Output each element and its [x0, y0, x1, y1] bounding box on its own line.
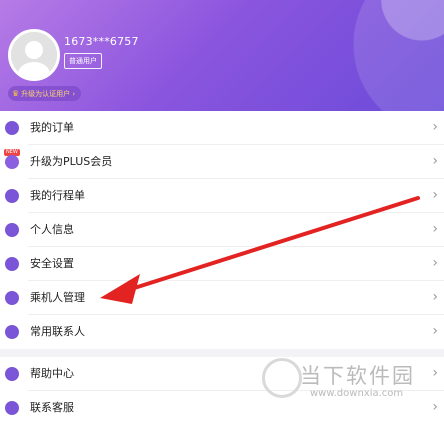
menu-item-orders[interactable]: 我的订单 › [0, 111, 444, 145]
order-icon [5, 121, 19, 135]
chevron-right-icon: › [432, 323, 438, 339]
menu-item-label: 升级为PLUS会员 [30, 155, 113, 168]
crown-icon [5, 155, 19, 169]
menu-item-label: 帮助中心 [30, 367, 74, 380]
section-gap [0, 349, 444, 357]
menu-item-label: 乘机人管理 [30, 291, 85, 304]
help-icon [5, 367, 19, 381]
menu-item-passengers[interactable]: 乘机人管理 › [0, 281, 444, 315]
chevron-right-icon: › [432, 399, 438, 415]
menu-item-label: 我的行程单 [30, 189, 85, 202]
upgrade-verified-button[interactable]: ♛ 升级为认证用户 › [8, 86, 82, 101]
profile-header: 1673***6757 普通用户 ♛ 升级为认证用户 › [0, 0, 444, 111]
shield-icon [5, 257, 19, 271]
phone-number: 1673***6757 [64, 35, 139, 48]
menu-item-label: 安全设置 [30, 257, 74, 270]
watermark-url: www.downxia.com [310, 388, 404, 399]
chevron-right-icon: › [432, 187, 438, 203]
chevron-right-icon: › [432, 289, 438, 305]
member-level-badge: 普通用户 [64, 53, 102, 69]
avatar[interactable] [8, 29, 60, 81]
menu-item-label: 联系客服 [30, 401, 74, 414]
menu-item-security[interactable]: 安全设置 › [0, 247, 444, 281]
menu-item-personal-info[interactable]: 个人信息 › [0, 213, 444, 247]
menu-item-label: 个人信息 [30, 223, 74, 236]
menu-item-itinerary[interactable]: 我的行程单 › [0, 179, 444, 213]
chevron-right-icon: › [432, 365, 438, 381]
chevron-right-icon: › [432, 255, 438, 271]
chevron-right-icon: › [432, 119, 438, 135]
person-icon [5, 223, 19, 237]
menu-item-label: 常用联系人 [30, 325, 85, 338]
default-avatar-icon [11, 32, 57, 78]
menu-item-plus[interactable]: NEW 升级为PLUS会员 › [0, 145, 444, 179]
menu-item-contacts[interactable]: 常用联系人 › [0, 315, 444, 349]
chevron-right-icon: › [432, 221, 438, 237]
contacts-icon [5, 325, 19, 339]
watermark-text: 当下软件园 [300, 364, 415, 388]
phone-icon [5, 401, 19, 415]
chevron-right-icon: › [72, 90, 76, 98]
menu-item-label: 我的订单 [30, 121, 74, 134]
chevron-right-icon: › [432, 153, 438, 169]
watermark-logo-icon [262, 358, 302, 398]
upgrade-label: 升级为认证用户 [21, 90, 71, 98]
itinerary-icon [5, 189, 19, 203]
passenger-icon [5, 291, 19, 305]
crown-icon: ♛ [12, 89, 20, 98]
